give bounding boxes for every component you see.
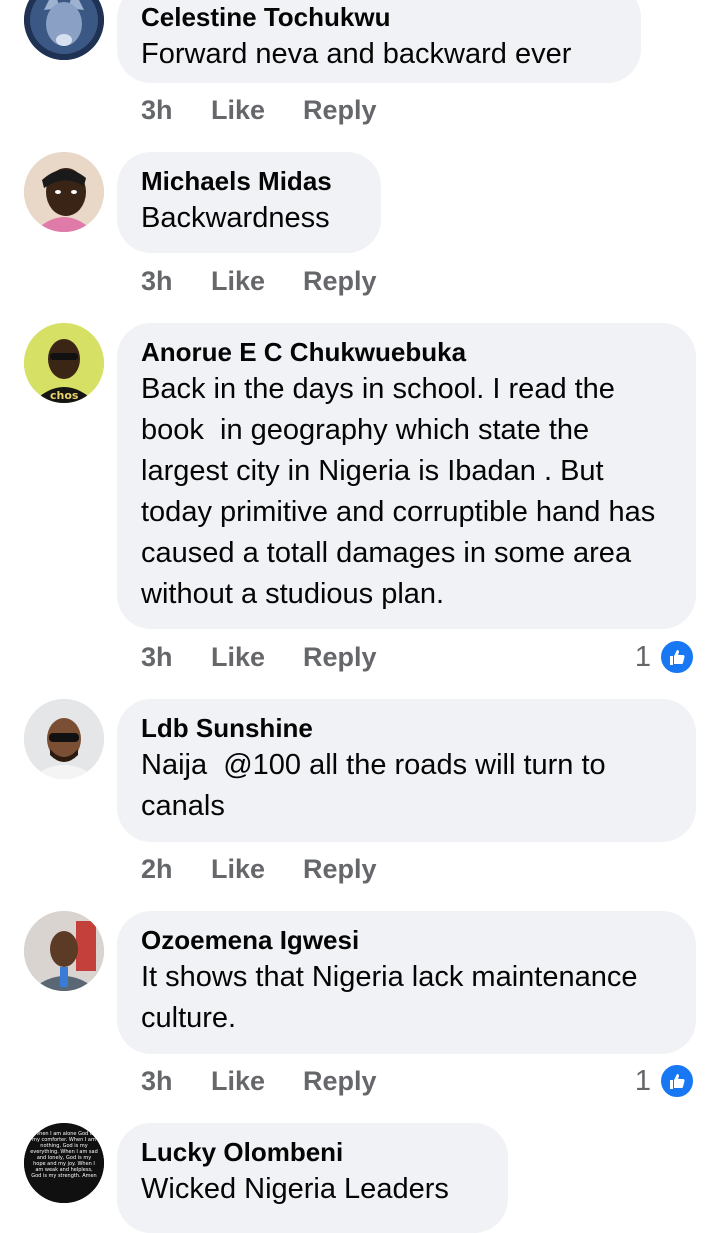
like-button[interactable]: Like — [211, 266, 303, 297]
comment-time[interactable]: 3h — [141, 1066, 211, 1097]
quote-avatar-image: When I am alone God is my comforter. Whe… — [24, 1123, 104, 1203]
comment-author[interactable]: Ozoemena Igwesi — [141, 923, 672, 957]
avatar-quote-text: When I am alone God is my comforter. Whe… — [30, 1131, 98, 1179]
comment-bubble: Michaels Midas Backwardness — [117, 152, 381, 253]
comment-author[interactable]: Michaels Midas — [141, 164, 357, 198]
comment-time[interactable]: 2h — [141, 854, 211, 885]
comment-author[interactable]: Lucky Olombeni — [141, 1135, 484, 1169]
avatar[interactable] — [24, 699, 104, 779]
comment-actions: 3h Like Reply — [141, 1061, 377, 1101]
comment-bubble: Lucky Olombeni Wicked Nigeria Leaders — [117, 1123, 508, 1233]
thumbs-up-icon — [659, 1063, 695, 1099]
comment-bubble: Ozoemena Igwesi It shows that Nigeria la… — [117, 911, 696, 1054]
comment-author[interactable]: Anorue E C Chukwuebuka — [141, 335, 672, 369]
comment-text: Back in the days in school. I read the b… — [141, 373, 664, 610]
comment-text: It shows that Nigeria lack maintenance c… — [141, 961, 646, 1034]
comment-author[interactable]: Ldb Sunshine — [141, 711, 672, 745]
reaction-count[interactable]: 1 — [635, 637, 695, 677]
comment-actions: 3h Like Reply — [141, 637, 377, 677]
reply-button[interactable]: Reply — [303, 1066, 377, 1097]
reaction-count[interactable]: 1 — [635, 1061, 695, 1101]
comment-text: Forward neva and backward ever — [141, 38, 572, 70]
comment-time[interactable]: 3h — [141, 266, 211, 297]
comment-actions: 3h Like Reply — [141, 261, 377, 301]
comment-time[interactable]: 3h — [141, 642, 211, 673]
avatar[interactable] — [24, 0, 104, 60]
comment-bubble: Ldb Sunshine Naija @100 all the roads wi… — [117, 699, 696, 842]
profile-photo — [24, 699, 104, 779]
like-button[interactable]: Like — [211, 1066, 303, 1097]
wolf-avatar-image — [24, 0, 104, 60]
like-button[interactable]: Like — [211, 95, 303, 126]
avatar[interactable]: When I am alone God is my comforter. Whe… — [24, 1123, 104, 1203]
profile-photo: chos — [24, 323, 104, 403]
comment-text: Backwardness — [141, 202, 330, 234]
profile-photo — [24, 152, 104, 232]
comment-bubble: Celestine Tochukwu Forward neva and back… — [117, 0, 641, 83]
avatar[interactable]: chos — [24, 323, 104, 403]
comment-bubble: Anorue E C Chukwuebuka Back in the days … — [117, 323, 696, 629]
avatar[interactable] — [24, 911, 104, 991]
reaction-number: 1 — [634, 640, 651, 673]
profile-photo — [24, 911, 104, 991]
comment-text: Wicked Nigeria Leaders — [141, 1173, 449, 1205]
like-button[interactable]: Like — [211, 642, 303, 673]
avatar-shirt-text: chos — [50, 389, 79, 402]
reaction-number: 1 — [634, 1064, 651, 1097]
comment-actions: 2h Like Reply — [141, 849, 377, 889]
thumbs-up-icon — [659, 639, 695, 675]
reply-button[interactable]: Reply — [303, 642, 377, 673]
like-button[interactable]: Like — [211, 854, 303, 885]
comment-actions: 3h Like Reply — [141, 90, 377, 130]
comment-author[interactable]: Celestine Tochukwu — [141, 0, 617, 34]
reply-button[interactable]: Reply — [303, 266, 377, 297]
reply-button[interactable]: Reply — [303, 95, 377, 126]
comment-text: Naija @100 all the roads will turn to ca… — [141, 749, 614, 822]
avatar[interactable] — [24, 152, 104, 232]
reply-button[interactable]: Reply — [303, 854, 377, 885]
comment-time[interactable]: 3h — [141, 95, 211, 126]
